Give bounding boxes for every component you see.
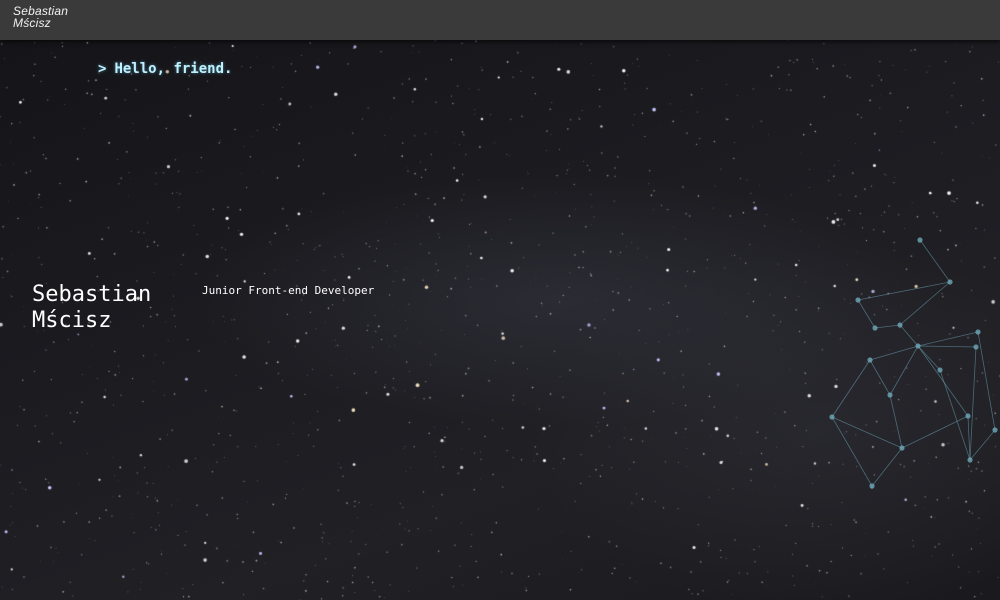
- page: Sebastian Mścisz > Hello, friend. Sebasti…: [0, 0, 1000, 600]
- logo-text: Sebastian Mścisz: [13, 4, 69, 30]
- hero-role: Junior Front-end Developer: [202, 284, 375, 297]
- greeting-line: > Hello, friend.: [98, 61, 232, 77]
- hero-name-first: Sebastian: [32, 282, 152, 307]
- prompt-chevron-icon: >: [98, 61, 107, 77]
- greeting-text: Hello, friend.: [114, 61, 233, 77]
- hero-name: Sebastian Mścisz: [32, 282, 192, 334]
- site-logo[interactable]: Sebastian Mścisz: [13, 5, 103, 29]
- top-navbar: Sebastian Mścisz: [0, 0, 1000, 40]
- network-constellation-icon: [829, 237, 998, 489]
- hero-name-last: Mścisz: [32, 308, 112, 333]
